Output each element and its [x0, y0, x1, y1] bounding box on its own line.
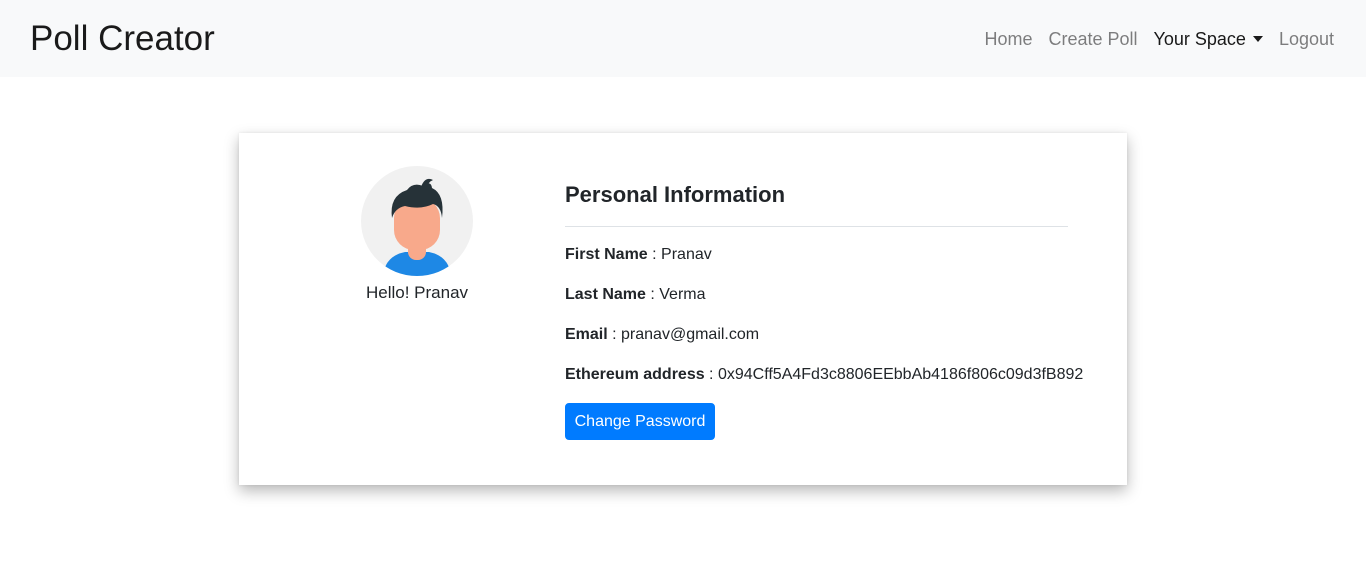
- nav-create-poll[interactable]: Create Poll: [1040, 26, 1145, 52]
- email-value: pranav@gmail.com: [621, 326, 760, 343]
- nav-home[interactable]: Home: [976, 26, 1040, 52]
- ethereum-address-value: 0x94Cff5A4Fd3c8806EEbbAb4186f806c09d3fB8…: [717, 366, 1084, 383]
- last-name-row: Last Name : Verma: [565, 284, 706, 306]
- first-name-value: Pranav: [661, 246, 712, 263]
- separator: :: [607, 326, 622, 343]
- separator: :: [645, 286, 660, 303]
- profile-card: Hello! Pranav Personal Information First…: [239, 133, 1127, 485]
- first-name-row: First Name : Pranav: [565, 244, 712, 266]
- email-row: Email : pranav@gmail.com: [565, 324, 759, 346]
- email-label: Email: [565, 326, 608, 343]
- user-avatar-icon: [361, 166, 473, 276]
- separator: :: [647, 246, 662, 263]
- caret-down-icon: [1252, 36, 1263, 42]
- first-name-label: First Name: [565, 246, 648, 263]
- navbar: Poll Creator Home Create Poll Your Space…: [0, 0, 1366, 77]
- last-name-label: Last Name: [565, 286, 646, 303]
- nav-logout[interactable]: Logout: [1271, 26, 1342, 52]
- nav-links: Home Create Poll Your Space Logout: [976, 26, 1342, 52]
- greeting: Hello! Pranav: [365, 283, 469, 302]
- change-password-button[interactable]: Change Password: [565, 403, 715, 440]
- section-title: Personal Information: [565, 182, 786, 207]
- brand-link[interactable]: Poll Creator: [30, 17, 215, 61]
- last-name-value: Verma: [659, 286, 706, 303]
- separator: :: [704, 366, 718, 383]
- ethereum-address-label: Ethereum address: [565, 366, 705, 383]
- nav-your-space-dropdown[interactable]: Your Space: [1146, 26, 1271, 52]
- ethereum-address-row: Ethereum address : 0x94Cff5A4Fd3c8806EEb…: [565, 364, 1083, 386]
- divider: [565, 226, 1068, 227]
- nav-your-space-label: Your Space: [1153, 29, 1246, 49]
